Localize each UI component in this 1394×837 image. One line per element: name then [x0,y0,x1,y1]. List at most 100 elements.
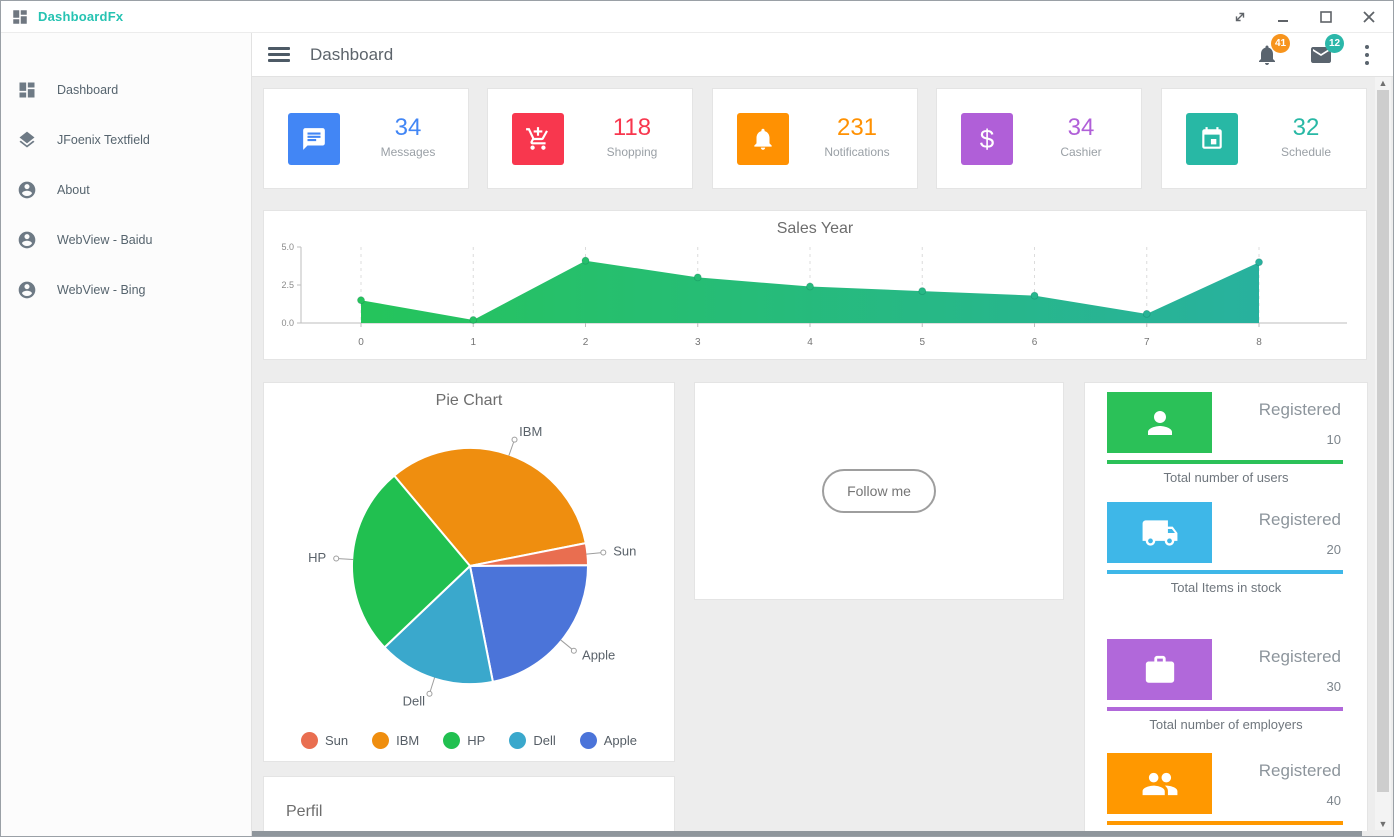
sales-chart-title: Sales Year [264,211,1366,238]
legend-color-dot [443,732,460,749]
more-options-button[interactable] [1363,43,1371,67]
app-title: DashboardFx [38,9,123,24]
scroll-down-arrow-icon[interactable]: ▼ [1375,819,1391,829]
svg-text:Apple: Apple [582,648,615,663]
maximize-window-button[interactable] [1318,9,1334,25]
registered-value: 30 [1327,679,1341,694]
svg-text:0: 0 [358,337,364,348]
notification-badge: 41 [1271,34,1290,53]
legend-color-dot [580,732,597,749]
group-icon [1141,765,1179,803]
sales-year-panel: 0123456780.02.55.0 Sales Year [263,210,1367,360]
sidebar-item-label: Dashboard [57,83,118,97]
horizontal-scrollbar-thumb[interactable] [252,831,1362,836]
app-window: DashboardFx Dashboard JFoe [0,0,1394,837]
dashboard-content: 34 Messages 118 Shopping [252,77,1393,836]
sidebar-item-label: WebView - Baidu [57,233,152,247]
stat-label: Schedule [1252,145,1360,159]
registered-card-employers: Registered 30 Total number of employers [1085,639,1367,739]
registered-title: Registered [1259,647,1341,667]
menu-toggle-button[interactable] [268,47,290,62]
expand-window-button[interactable] [1232,9,1248,25]
close-icon [1363,11,1375,23]
minimize-icon [1277,11,1289,23]
registered-card-stock: Registered 20 Total Items in stock [1085,502,1367,602]
main-area: Dashboard 41 12 [252,33,1393,836]
registered-value: 20 [1327,542,1341,557]
calendar-icon [1199,126,1225,152]
sidebar-item-about[interactable]: About [1,165,251,215]
vertical-scrollbar[interactable]: ▲ ▼ [1375,77,1391,830]
pie-chart: IBMSunAppleDellHP [264,410,674,740]
svg-text:5.0: 5.0 [281,242,294,252]
svg-text:Sun: Sun [613,544,636,559]
minimize-window-button[interactable] [1275,9,1291,25]
svg-text:8: 8 [1256,337,1262,348]
registered-tile [1107,502,1212,563]
topbar: Dashboard 41 12 [252,33,1393,77]
registered-caption: Total Items in stock [1085,580,1367,595]
messages-button[interactable]: 12 [1309,43,1333,67]
sidebar-item-webview-baidu[interactable]: WebView - Baidu [1,215,251,265]
stat-label: Shopping [578,145,686,159]
legend-color-dot [509,732,526,749]
stat-value: 34 [1027,114,1135,142]
expand-icon [1233,10,1247,24]
registered-underline [1107,570,1343,574]
stat-value: 34 [354,114,462,142]
sidebar-item-webview-bing[interactable]: WebView - Bing [1,265,251,315]
svg-text:IBM: IBM [519,424,542,439]
legend-item-hp: HP [443,732,485,749]
stat-card-schedule: 32 Schedule [1161,88,1367,189]
legend-color-dot [301,732,318,749]
dollar-icon: $ [980,124,994,155]
dashboard-grid-icon [17,80,37,100]
sidebar-item-label: WebView - Bing [57,283,145,297]
registered-panel: Registered 10 Total number of users Regi… [1084,382,1368,836]
stat-tile: $ [961,113,1013,165]
pie-chart-title: Pie Chart [264,383,674,410]
legend-label: Dell [533,733,555,748]
close-window-button[interactable] [1361,9,1377,25]
follow-panel: Follow me [694,382,1064,600]
registered-tile [1107,639,1212,700]
stat-tile [1186,113,1238,165]
registered-value: 40 [1327,793,1341,808]
sidebar-item-jfoenix-textfield[interactable]: JFoenix Textfield [1,115,251,165]
svg-text:Dell: Dell [403,693,426,708]
legend-item-sun: Sun [301,732,348,749]
svg-text:1: 1 [470,337,476,348]
stat-value: 118 [578,114,686,142]
vertical-scrollbar-thumb[interactable] [1377,90,1389,792]
registered-card-users: Registered 10 Total number of users [1085,392,1367,492]
follow-me-button[interactable]: Follow me [822,469,936,513]
svg-text:3: 3 [695,337,701,348]
stat-value: 32 [1252,114,1360,142]
app-logo-icon [11,8,29,26]
sidebar: Dashboard JFoenix Textfield About WebVie… [1,33,252,836]
briefcase-icon [1143,653,1177,687]
page-title: Dashboard [310,45,393,65]
cart-plus-icon [525,126,551,152]
scroll-up-arrow-icon[interactable]: ▲ [1375,78,1391,88]
stat-label: Notifications [803,145,911,159]
stat-tile [512,113,564,165]
sidebar-item-dashboard[interactable]: Dashboard [1,65,251,115]
legend-label: Sun [325,733,348,748]
registered-caption: Total number of employers [1085,717,1367,732]
legend-color-dot [372,732,389,749]
stat-card-notifications: 231 Notifications [712,88,918,189]
registered-title: Registered [1259,400,1341,420]
registered-tile [1107,392,1212,453]
horizontal-scrollbar[interactable] [252,831,1373,836]
stat-tile [288,113,340,165]
notifications-button[interactable]: 41 [1255,43,1279,67]
registered-underline [1107,460,1343,464]
person-circle-icon [17,280,37,300]
legend-label: Apple [604,733,637,748]
svg-text:2: 2 [583,337,589,348]
chat-icon [301,126,327,152]
layers-icon [17,130,37,150]
titlebar: DashboardFx [1,1,1393,33]
registered-value: 10 [1327,432,1341,447]
